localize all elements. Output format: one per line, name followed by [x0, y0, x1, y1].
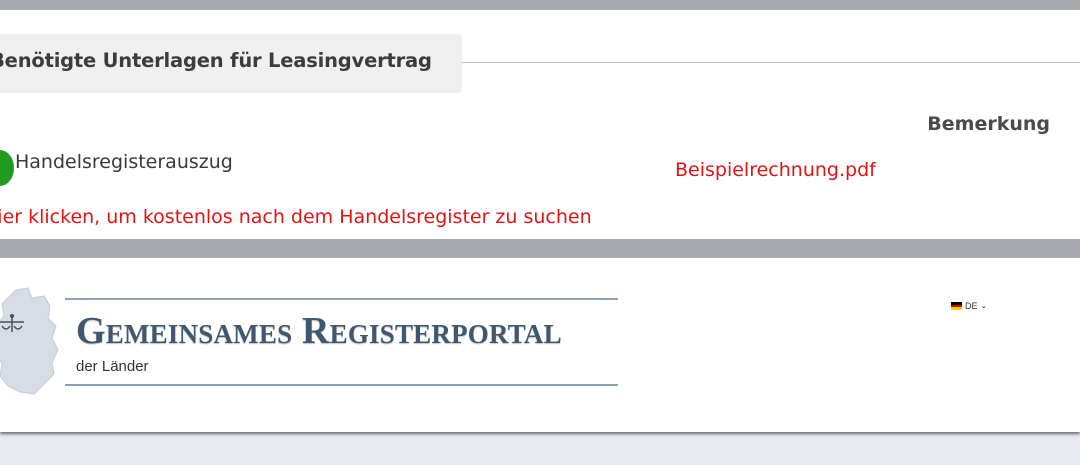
portal-header: Gemeinsames Registerportal der Länder DE…: [0, 258, 1080, 432]
chevron-down-icon: ⌄: [980, 301, 988, 310]
check-circle-icon: [0, 150, 14, 186]
portal-subtitle: der Länder: [76, 358, 149, 375]
example-invoice-link[interactable]: Beispielrechnung.pdf: [675, 159, 876, 181]
language-selector[interactable]: DE ⌄: [951, 299, 987, 313]
section-header: Benötigte Unterlagen für Leasingvertrag: [0, 34, 462, 93]
german-flag-icon: [951, 302, 962, 311]
remark-column-header: Bemerkung: [927, 113, 1050, 135]
portal-title: Gemeinsames Registerportal: [76, 310, 562, 352]
language-label: DE: [965, 301, 978, 311]
section-title: Benötigte Unterlagen für Leasingvertrag: [0, 49, 432, 72]
handelsregister-search-link[interactable]: Hier klicken, um kostenlos nach dem Hand…: [0, 206, 592, 228]
section-divider: [462, 62, 1080, 63]
portal-page: Gemeinsames Registerportal der Länder DE…: [0, 258, 1080, 465]
document-name: Handelsregisterauszug: [15, 151, 233, 173]
germany-map-scales-icon[interactable]: [0, 286, 60, 396]
documents-panel: Benötigte Unterlagen für Leasingvertrag …: [0, 10, 1080, 239]
portal-brand[interactable]: Gemeinsames Registerportal der Länder: [65, 298, 618, 386]
